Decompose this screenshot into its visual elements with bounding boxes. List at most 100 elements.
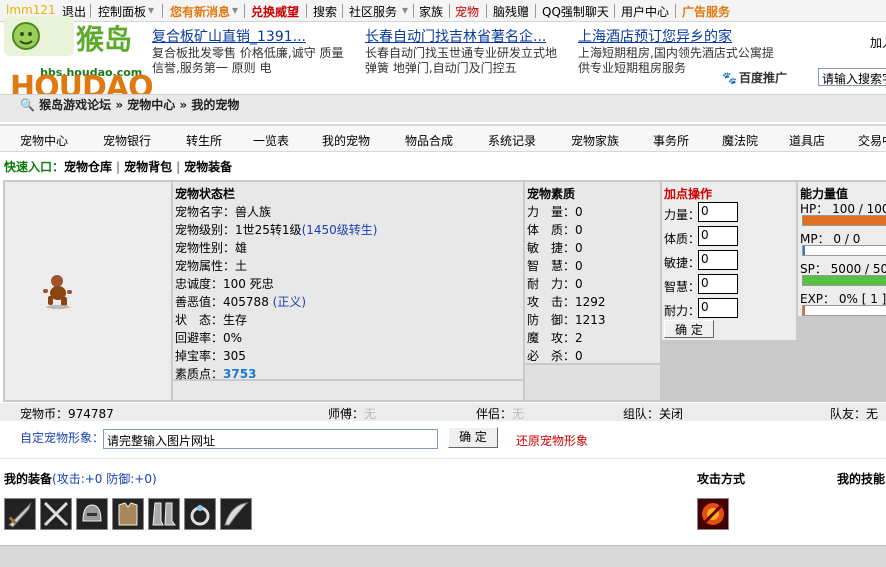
group-value: 关闭 (659, 407, 684, 421)
hp-bar-fill (803, 216, 886, 225)
topbar-item-family[interactable]: 家族 (419, 3, 443, 20)
baidu-promo[interactable]: 🐾 百度推广 (722, 69, 787, 86)
restore-pet-image-link[interactable]: 还原宠物形象 (516, 432, 588, 449)
equip-slot-armor[interactable] (112, 498, 144, 530)
add-points-confirm-button[interactable]: 确 定 (664, 320, 714, 338)
nav-magic-hall[interactable]: 魔法院 (722, 132, 758, 149)
attr-row: 敏 捷：0 (527, 241, 583, 255)
pet-avatar-box (5, 182, 171, 400)
nav-item-synth[interactable]: 物品合成 (405, 132, 453, 149)
topbar-item-community[interactable]: 社区服务 (349, 3, 397, 20)
attack-mode-title: 攻击方式 (697, 472, 746, 486)
equip-slot-ring[interactable] (184, 498, 216, 530)
pet-status-header: 宠物状态栏 (175, 187, 236, 201)
attack-mode-slot[interactable] (697, 498, 729, 530)
nav-overview[interactable]: 一览表 (253, 132, 289, 149)
armor-icon (118, 502, 138, 526)
divider (449, 4, 450, 18)
add-constitution-input[interactable]: 0 (698, 226, 738, 246)
topbar-item-ads[interactable]: 广告服务 (682, 3, 730, 20)
nav-pet-bank[interactable]: 宠物银行 (103, 132, 151, 149)
master-label: 师傅：无 (328, 407, 377, 421)
add-points-label: 智慧： (664, 280, 701, 294)
custom-pet-image-label: 自定宠物形象： (20, 431, 105, 445)
divider (486, 4, 487, 18)
nav-rebirth[interactable]: 转生所 (186, 132, 222, 149)
pet-name-value: 兽人族 (235, 205, 272, 219)
equipment-stats: (攻击:+0 防御:+0) (52, 472, 157, 486)
equip-slot-helmet[interactable] (76, 498, 108, 530)
nav-system-log[interactable]: 系统记录 (488, 132, 536, 149)
topbar-item-qq-chat[interactable]: QQ强制聊天 (542, 3, 609, 20)
topbar-item-search[interactable]: 搜索 (313, 3, 337, 20)
ad-block-2[interactable]: 长春自动门找吉林省著名企... 长春自动门找玉世通专业研发立式地 弹簧 地弹门,… (365, 26, 557, 76)
divider (162, 4, 163, 18)
quick-link-backpack[interactable]: 宠物背包 (124, 160, 172, 174)
custom-image-url-input[interactable]: 请完整输入图片网址 (103, 429, 438, 449)
add-endurance-input[interactable]: 0 (698, 298, 738, 318)
nav-pet-center[interactable]: 宠物中心 (20, 132, 68, 149)
equip-slot-weapon[interactable] (4, 498, 36, 530)
chevron-down-icon: ▾ (232, 3, 239, 17)
add-points-label: 体质： (664, 232, 701, 246)
ability-box: 能力量值 HP： 100 / 100 MP： 0 / 0 SP： 5000 / … (798, 182, 886, 316)
add-points-label: 敏捷： (664, 256, 701, 270)
topbar-item-pet[interactable]: 宠物 (455, 3, 479, 20)
new-message-link[interactable]: 您有新消息 (170, 3, 230, 20)
add-agility-input[interactable]: 0 (698, 250, 738, 270)
partner-label: 伴侣：无 (476, 407, 525, 421)
nav-pet-family[interactable]: 宠物家族 (571, 132, 619, 149)
equip-slot-weapon2[interactable] (40, 498, 72, 530)
equip-slot-boots[interactable] (148, 498, 180, 530)
main-nav: 宠物中心 宠物银行 转生所 一览表 我的宠物 物品合成 系统记录 宠物家族 事务… (0, 124, 886, 152)
nav-office[interactable]: 事务所 (653, 132, 689, 149)
ad-title[interactable]: 长春自动门找吉林省著名企... (365, 26, 557, 46)
pet-gender-value: 雄 (235, 241, 248, 255)
custom-image-confirm-button[interactable]: 确 定 (448, 427, 498, 448)
ad-title[interactable]: 上海酒店预订您异乡的家 (578, 26, 774, 46)
crossed-swords-icon (43, 501, 69, 527)
logo-sign: 猴岛 (76, 23, 133, 56)
quick-link-warehouse[interactable]: 宠物仓库 (64, 160, 112, 174)
equip-slot-accessory[interactable] (220, 498, 252, 530)
pet-loyalty-row: 忠诚度：100 死忠 (175, 277, 274, 291)
breadcrumb: 🔍 猴岛游戏论坛 » 宠物中心 » 我的宠物 (20, 96, 239, 113)
add-points-label: 耐力： (664, 304, 701, 318)
search-icon: 🔍 (20, 98, 35, 112)
ad-title[interactable]: 复合板矿山直销_1391... (152, 26, 343, 46)
quick-entry-label: 快速入口： (4, 160, 65, 174)
group-label: 组队：关闭 (623, 407, 684, 421)
divider (675, 4, 676, 18)
ad-line: 上海短期租房,国内领先酒店式公寓提 (578, 46, 774, 60)
attr-row: 力 量：0 (527, 205, 583, 219)
nav-item-shop[interactable]: 道具店 (789, 132, 825, 149)
pet-drop-value: 305 (223, 349, 246, 363)
pet-avatar (43, 275, 72, 309)
divider (614, 4, 615, 18)
attributes-footer (525, 365, 660, 400)
pet-drop-row: 掉宝率：305 (175, 349, 246, 363)
monkey-logo-icon (4, 16, 74, 56)
pet-panel: 宠物状态栏 宠物名字：兽人族 宠物级别：1世25转1级(1450级转生) 宠物性… (3, 180, 886, 402)
site-logo[interactable]: 猴岛 bbs.houdao.com HOUDAO (4, 14, 154, 105)
ad-block-1[interactable]: 复合板矿山直销_1391... 复合板批发零售 价格低廉,诚守 质量 信誉,服务… (152, 26, 343, 76)
pet-points-row: 素质点：3753 (175, 367, 257, 381)
breadcrumb-text[interactable]: 猴岛游戏论坛 » 宠物中心 » 我的宠物 (39, 98, 239, 112)
attr-row: 体 质：0 (527, 223, 583, 237)
topbar-item-user-center[interactable]: 用户中心 (621, 3, 669, 20)
pet-level-note[interactable]: (1450级转生) (302, 223, 378, 237)
nav-my-pet[interactable]: 我的宠物 (322, 132, 370, 149)
add-points-header: 加点操作 (664, 187, 713, 201)
ad-line: 弹簧 地弹门,自动门及门控五 (365, 61, 517, 75)
topbar-item-gift[interactable]: 脑残赠 (493, 3, 529, 20)
topbar-item-exchange[interactable]: 兑换威望 (251, 3, 299, 20)
ad-line: 复合板批发零售 价格低廉,诚守 质量 (152, 46, 344, 60)
add-wisdom-input[interactable]: 0 (698, 274, 738, 294)
top-search-input[interactable]: 请输入搜索字 (818, 68, 886, 86)
add-strength-input[interactable]: 0 (698, 202, 738, 222)
nav-trade[interactable]: 交易中 (858, 132, 886, 149)
join-link[interactable]: 加入 (870, 34, 886, 51)
quick-link-equipment[interactable]: 宠物装备 (184, 160, 232, 174)
exp-bar-fill (803, 306, 805, 315)
divider (244, 4, 245, 18)
